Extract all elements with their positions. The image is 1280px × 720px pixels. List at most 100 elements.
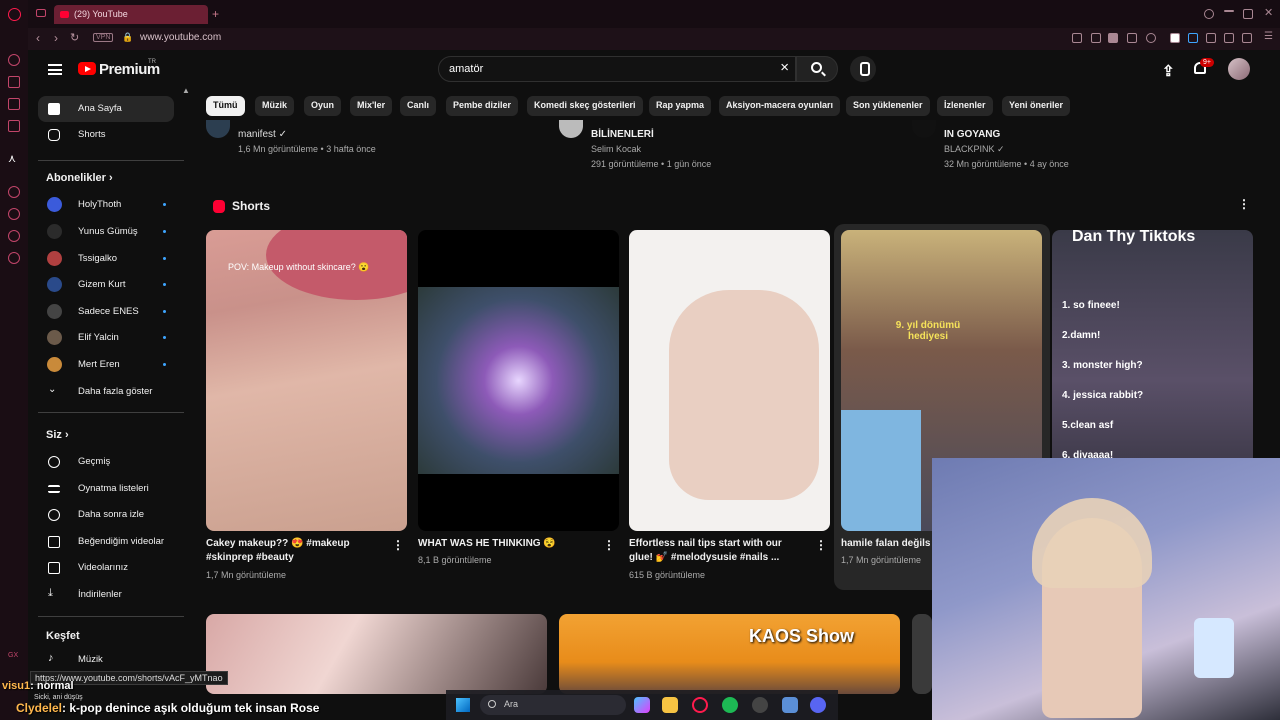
short-title[interactable]: Cakey makeup?? 😍 #makeup #skinprep #beau… [206,537,381,565]
chip-live[interactable]: Canlı [400,96,437,116]
player-icon[interactable] [8,186,20,198]
chip-new[interactable]: Yeni öneriler [1002,96,1071,116]
sidebar-item-show-more[interactable]: ⌄ Daha fazla göster [38,379,174,405]
aria-icon[interactable] [8,54,20,66]
sidebar-item-home[interactable]: Ana Sayfa [38,96,174,122]
chip-music[interactable]: Müzik [255,96,295,116]
chip-soap-operas[interactable]: Pembe diziler [446,96,519,116]
url-field[interactable]: www.youtube.com [140,32,221,43]
extension-2-icon[interactable] [1188,33,1198,43]
short-more-icon[interactable]: ⋮ [392,539,404,551]
video-title[interactable]: BİLİNENLERİ [591,129,654,140]
sidebar-scroll-up-icon[interactable]: ▲ [182,86,190,95]
search-tabs-icon[interactable] [1204,9,1214,19]
history-side-icon[interactable] [8,208,20,220]
sidebar-item-liked[interactable]: Beğendiğim videolar [38,529,174,555]
sidebar-item-music[interactable]: ♪ Müzik [38,647,174,673]
sidebar-item-downloads[interactable]: ⤓ İndirilenler [38,582,174,608]
hamburger-menu-icon[interactable] [48,64,62,75]
chip-rap[interactable]: Rap yapma [649,96,712,116]
video-thumbnail[interactable] [912,614,932,694]
short-title[interactable]: WHAT WAS HE THINKING 😵 [418,537,593,551]
opera-gx-icon[interactable] [692,697,708,713]
video-thumbnail[interactable]: KAOS Show [559,614,900,694]
sidebar-item-subscription[interactable]: Gizem Kurt [38,272,174,298]
chip-action-adventure[interactable]: Aksiyon-macera oyunları [719,96,841,116]
extensions-icon[interactable] [1206,33,1216,43]
short-thumbnail[interactable] [418,230,619,531]
obs-icon[interactable] [752,697,768,713]
subscriptions-heading[interactable]: Abonelikler › [46,172,113,184]
voice-search-icon[interactable] [850,56,876,82]
heart-icon[interactable] [1146,33,1156,43]
new-tab-button[interactable]: + [212,7,219,21]
video-channel[interactable]: Selim Kocak [591,144,641,154]
you-heading[interactable]: Siz › [46,429,69,441]
chip-gaming[interactable]: Oyun [304,96,342,116]
channel-avatar[interactable] [559,120,583,138]
sidebar-item-watch-later[interactable]: Daha sonra izle [38,502,174,528]
short-more-icon[interactable]: ⋮ [815,539,827,551]
extensions-side-icon[interactable] [8,230,20,242]
sidebar-item-your-videos[interactable]: Videolarınız [38,555,174,581]
short-more-icon[interactable]: ⋮ [603,539,615,551]
sidebar-item-subscription[interactable]: Tssigalko [38,246,174,272]
chip-mixes[interactable]: Mix'ler [350,96,393,116]
channel-avatar[interactable] [912,120,936,138]
forward-icon[interactable]: › [54,31,58,45]
shorts-more-icon[interactable]: ⋮ [1238,198,1250,210]
sidebar-item-shorts[interactable]: Shorts [38,122,174,148]
opera-logo-icon[interactable] [8,8,21,21]
video-title[interactable]: IN GOYANG [944,129,1000,140]
channel-avatar[interactable] [206,120,230,138]
vpn-badge[interactable]: VPN [93,33,114,42]
messenger-icon[interactable] [8,76,20,88]
video-channel[interactable]: manifest ✓ [238,129,287,140]
workspaces-icon[interactable] [36,9,46,17]
sidebar-item-subscription[interactable]: Yunus Gümüş [38,219,174,245]
taskbar-search[interactable]: Ara [480,695,626,715]
account-avatar[interactable] [1228,58,1250,80]
close-window-icon[interactable]: ✕ [1264,8,1274,19]
video-channel[interactable]: BLACKPINK ✓ [944,144,1005,155]
instagram-icon[interactable] [8,98,20,110]
share-icon[interactable] [1224,33,1234,43]
sidebar-item-history[interactable]: Geçmiş [38,449,174,475]
sidebar-item-playlists[interactable]: Oynatma listeleri [38,476,174,502]
spotify-icon[interactable] [722,697,738,713]
back-icon[interactable]: ‹ [36,31,40,45]
chip-recent[interactable]: Son yüklenenler [846,96,930,116]
maximize-icon[interactable] [1243,9,1253,19]
create-icon[interactable]: ⇪ [1162,62,1175,80]
search-input[interactable]: amatör [449,63,483,75]
settings-icon[interactable] [8,252,20,264]
minimize-icon[interactable] [1224,10,1234,12]
menu-icon[interactable]: ☰ [1264,32,1274,43]
play-icon[interactable] [1127,33,1137,43]
discord-icon[interactable] [810,697,826,713]
sidebar-item-subscription[interactable]: Mert Eren [38,352,174,378]
apps-icon[interactable]: ⋏ [8,152,20,165]
adblock-icon[interactable] [1108,33,1118,43]
whatsapp-icon[interactable] [8,120,20,132]
sidebar-item-subscription[interactable]: HolyThoth [38,192,174,218]
chip-all[interactable]: Tümü [206,96,245,116]
tab-youtube[interactable]: (29) YouTube [54,5,208,24]
app-icon[interactable] [782,697,798,713]
pin-icon[interactable] [1072,33,1082,43]
video-thumbnail[interactable] [206,614,547,694]
file-explorer-icon[interactable] [662,697,678,713]
gx-icon[interactable]: GX [8,652,20,664]
short-thumbnail[interactable]: POV: Makeup without skincare? 😮 [206,230,407,531]
sidebar-item-subscription[interactable]: Elif Yalcin [38,325,174,351]
start-icon[interactable] [456,698,470,712]
chip-comedy[interactable]: Komedi skeç gösterileri [527,96,643,116]
search-box[interactable]: amatör × [438,56,796,82]
short-title[interactable]: Effortless nail tips start with our glue… [629,537,804,565]
snapshot-icon[interactable] [1091,33,1101,43]
chip-watched[interactable]: İzlenenler [937,96,993,116]
sidebar-item-subscription[interactable]: Sadece ENES [38,299,174,325]
clear-search-icon[interactable]: × [780,59,789,76]
extension-1-icon[interactable] [1170,33,1180,43]
search-button[interactable] [796,56,838,82]
